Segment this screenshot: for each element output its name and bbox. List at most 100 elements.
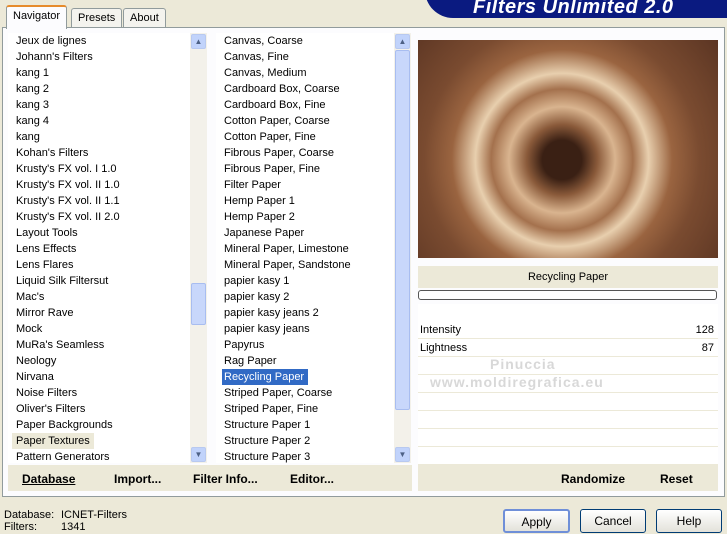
list-item[interactable]: Mineral Paper, Limestone (216, 241, 394, 257)
list-item-label: Krusty's FX vol. II 2.0 (16, 211, 120, 223)
list-item[interactable]: papier kasy 2 (216, 289, 394, 305)
list-item[interactable]: Papyrus (216, 337, 394, 353)
list-item[interactable]: Lens Effects (8, 241, 190, 257)
list-item-label: Mac's (16, 291, 45, 303)
filter-scrollbar[interactable]: ▲ ▼ (394, 33, 411, 463)
category-scrollbar[interactable]: ▲ ▼ (190, 33, 207, 463)
list-item-label: kang 4 (16, 115, 50, 127)
list-item-label: Lens Flares (16, 259, 74, 271)
list-item[interactable]: Oliver's Filters (8, 401, 190, 417)
list-item[interactable]: Recycling Paper (216, 369, 394, 385)
tab-presets[interactable]: Presets (71, 8, 123, 28)
filter-name-label: Recycling Paper (418, 266, 718, 288)
list-item[interactable]: Krusty's FX vol. II 1.0 (8, 177, 190, 193)
list-item[interactable]: Johann's Filters (8, 49, 190, 65)
list-item-label: kang 2 (16, 83, 50, 95)
list-item[interactable]: Cotton Paper, Fine (216, 129, 394, 145)
randomize-button[interactable]: Randomize (561, 472, 625, 486)
list-item[interactable]: Layout Tools (8, 225, 190, 241)
list-item[interactable]: Rag Paper (216, 353, 394, 369)
filter-info-button[interactable]: Filter Info... (193, 472, 258, 486)
app-title-banner: Filters Unlimited 2.0 (425, 0, 727, 18)
list-item[interactable]: Striped Paper, Coarse (216, 385, 394, 401)
scroll-thumb[interactable] (395, 50, 410, 410)
param-lightness[interactable]: Lightness 87 (418, 339, 718, 357)
list-item[interactable]: kang 2 (8, 81, 190, 97)
reset-button[interactable]: Reset (660, 472, 693, 486)
list-item[interactable]: Jeux de lignes (8, 33, 190, 49)
list-item-label: Fibrous Paper, Coarse (224, 147, 335, 159)
status-label: Filters: (4, 521, 37, 533)
list-item[interactable]: Noise Filters (8, 385, 190, 401)
list-item[interactable]: Structure Paper 2 (216, 433, 394, 449)
database-button[interactable]: Database (22, 472, 75, 486)
list-item[interactable]: Fibrous Paper, Coarse (216, 145, 394, 161)
list-item[interactable]: Mineral Paper, Sandstone (216, 257, 394, 273)
param-label: Lightness (420, 342, 468, 354)
apply-button[interactable]: Apply (503, 509, 570, 533)
list-item[interactable]: papier kasy jeans 2 (216, 305, 394, 321)
list-item[interactable]: Canvas, Medium (216, 65, 394, 81)
list-item[interactable]: Canvas, Coarse (216, 33, 394, 49)
scroll-thumb[interactable] (191, 283, 206, 325)
list-item-label: Oliver's Filters (16, 403, 86, 415)
list-item[interactable]: Neology (8, 353, 190, 369)
watermark-line1: Pinuccia (490, 356, 556, 372)
list-item[interactable]: Paper Backgrounds (8, 417, 190, 433)
list-item[interactable]: Paper Textures (12, 433, 94, 449)
list-item[interactable]: Hemp Paper 2 (216, 209, 394, 225)
scroll-up-icon[interactable]: ▲ (395, 34, 410, 49)
list-item-label: Krusty's FX vol. II 1.1 (16, 195, 120, 207)
tab-navigator[interactable]: Navigator (6, 5, 68, 29)
list-item[interactable]: papier kasy jeans (216, 321, 394, 337)
list-item[interactable]: Striped Paper, Fine (216, 401, 394, 417)
scroll-down-icon[interactable]: ▼ (191, 447, 206, 462)
list-item-label: Hemp Paper 1 (224, 195, 295, 207)
list-item[interactable]: Krusty's FX vol. II 1.1 (8, 193, 190, 209)
list-item[interactable]: MuRa's Seamless (8, 337, 190, 353)
list-item-label: Mineral Paper, Limestone (224, 243, 349, 255)
list-item[interactable]: Mirror Rave (8, 305, 190, 321)
list-item[interactable]: papier kasy 1 (216, 273, 394, 289)
param-intensity[interactable]: Intensity 128 (418, 321, 718, 339)
category-list[interactable]: Jeux de lignes Johann's Filters kang 1 kang… (8, 33, 190, 463)
list-item-label: Japanese Paper (224, 227, 305, 239)
list-item[interactable]: Pattern Generators (8, 449, 190, 463)
list-item[interactable]: Mac's (8, 289, 190, 305)
cancel-button[interactable]: Cancel (580, 509, 646, 533)
list-item[interactable]: Filter Paper (216, 177, 394, 193)
editor-button[interactable]: Editor... (290, 472, 334, 486)
list-item[interactable]: Cardboard Box, Coarse (216, 81, 394, 97)
list-item[interactable]: Japanese Paper (216, 225, 394, 241)
list-item[interactable]: Structure Paper 1 (216, 417, 394, 433)
list-item[interactable]: Fibrous Paper, Fine (216, 161, 394, 177)
import-button[interactable]: Import... (114, 472, 161, 486)
list-item[interactable]: Cotton Paper, Coarse (216, 113, 394, 129)
param-value: 128 (695, 324, 714, 336)
list-item[interactable]: Krusty's FX vol. I 1.0 (8, 161, 190, 177)
list-item[interactable]: Krusty's FX vol. II 2.0 (8, 209, 190, 225)
filter-list[interactable]: Canvas, Coarse Canvas, Fine Canvas, Medium… (216, 33, 394, 463)
list-item[interactable]: Lens Flares (8, 257, 190, 273)
list-item-label: papier kasy jeans 2 (224, 307, 319, 319)
list-item[interactable]: Liquid Silk Filtersut (8, 273, 190, 289)
list-item[interactable]: kang 1 (8, 65, 190, 81)
list-item[interactable]: Cardboard Box, Fine (216, 97, 394, 113)
list-item[interactable]: kang 4 (8, 113, 190, 129)
list-item-label: Liquid Silk Filtersut (16, 275, 109, 287)
parameter-buttons: Randomize Reset (418, 465, 718, 491)
list-item[interactable]: kang 3 (8, 97, 190, 113)
list-item[interactable]: Structure Paper 3 (216, 449, 394, 463)
list-item[interactable]: Hemp Paper 1 (216, 193, 394, 209)
scroll-down-icon[interactable]: ▼ (395, 447, 410, 462)
list-item[interactable]: Mock (8, 321, 190, 337)
help-button[interactable]: Help (656, 509, 722, 533)
list-item[interactable]: Kohan's Filters (8, 145, 190, 161)
list-item-label: kang 3 (16, 99, 50, 111)
scroll-up-icon[interactable]: ▲ (191, 34, 206, 49)
list-item-label: Pattern Generators (16, 451, 110, 463)
list-item[interactable]: kang (8, 129, 190, 145)
list-item[interactable]: Canvas, Fine (216, 49, 394, 65)
tab-about[interactable]: About (123, 8, 166, 28)
list-item[interactable]: Nirvana (8, 369, 190, 385)
